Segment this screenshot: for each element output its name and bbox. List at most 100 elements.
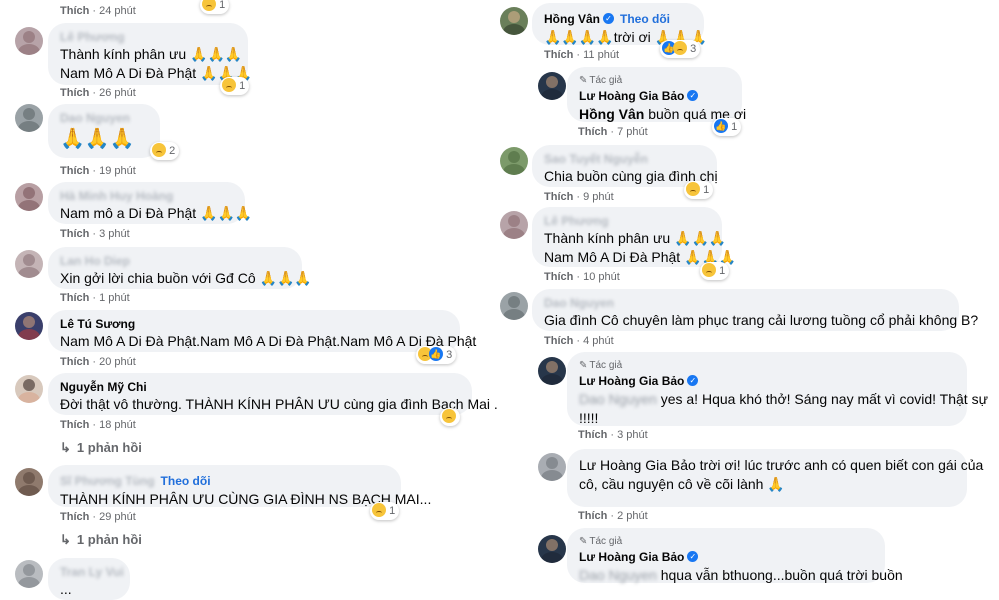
like-link[interactable]: Thích	[578, 126, 607, 138]
like-link[interactable]: Thích	[60, 228, 89, 240]
comment-meta: Thích · 10 phút	[544, 271, 620, 283]
commenter-name[interactable]: Tran Ly Vui	[60, 565, 124, 580]
comment-bubble: ✎ Tác giả Lư Hoàng Gia Bảo ✓ Dao Nguyen ye…	[567, 352, 988, 426]
comment-bubble: Dao Nguyen Gia đình Cô chuyên làm phục t…	[532, 289, 979, 331]
avatar[interactable]	[15, 375, 43, 403]
comment-time[interactable]: 24 phút	[99, 5, 136, 17]
comment-time[interactable]: 2 phút	[617, 510, 648, 522]
commenter-name[interactable]: Hồng Vân	[544, 12, 600, 26]
commenter-name[interactable]: Dao Nguyen	[544, 296, 947, 311]
right-comment-column: Hồng Vân ✓ Theo dõi 🙏🙏🙏🙏trời ơi 🙏🙏🙏 👍 3 Th…	[490, 0, 999, 591]
comment-time[interactable]: 11 phút	[583, 49, 619, 61]
commenter-name[interactable]: Lê Tú Sương	[60, 317, 448, 332]
avatar[interactable]	[500, 7, 528, 35]
comment-time[interactable]: 9 phút	[583, 191, 614, 203]
commenter-name[interactable]: Lư Hoàng Gia Bảo	[579, 374, 684, 388]
comment-bubble: Nguyễn Mỹ Chi Đời thật vô thường. THÀNH …	[48, 373, 498, 415]
comment-time[interactable]: 29 phút	[99, 511, 136, 523]
commenter-name[interactable]: Hà Minh Huy Hoàng	[60, 189, 233, 204]
like-link[interactable]: Thích	[60, 292, 89, 304]
avatar[interactable]	[15, 560, 43, 588]
avatar[interactable]	[500, 211, 528, 239]
reaction-count[interactable]	[440, 408, 460, 426]
comment-time[interactable]: 4 phút	[583, 335, 614, 347]
comment-time[interactable]: 26 phút	[99, 87, 136, 99]
reply-arrow-icon: ↳	[60, 532, 71, 547]
like-link[interactable]: Thích	[578, 429, 607, 441]
comment-text: Thành kính phân ưu 🙏🙏🙏	[544, 230, 727, 246]
follow-link[interactable]: Theo dõi	[161, 474, 211, 488]
avatar[interactable]	[15, 104, 43, 132]
reaction-count[interactable]: 1	[684, 181, 714, 199]
commenter-name[interactable]: Sĩ Phương Tùng	[60, 474, 155, 488]
avatar[interactable]	[538, 535, 566, 563]
verified-badge-icon: ✓	[687, 90, 699, 102]
comment-time[interactable]: 3 phút	[617, 429, 648, 441]
like-link[interactable]: Thích	[60, 5, 89, 17]
reaction-count[interactable]: 1	[200, 0, 230, 14]
comment-text: Nam Mô A Di Đà Phật 🙏🙏🙏	[60, 65, 253, 81]
like-link[interactable]: Thích	[544, 49, 573, 61]
reaction-count[interactable]: 👍 3	[416, 346, 457, 364]
like-link[interactable]: Thích	[60, 419, 89, 431]
author-pen-icon: ✎	[579, 75, 588, 86]
sad-reaction-icon	[442, 409, 456, 424]
reply-arrow-icon: ↳	[60, 440, 71, 455]
sad-reaction-icon	[686, 182, 700, 197]
comment-time[interactable]: 10 phút	[583, 271, 620, 283]
avatar[interactable]	[500, 292, 528, 320]
comment-meta: Thích · 3 phút	[60, 228, 130, 240]
reaction-count[interactable]: 2	[150, 142, 180, 160]
comment-meta: Thích · 26 phút	[60, 87, 136, 99]
commenter-name[interactable]: Dao Nguyen	[60, 111, 148, 126]
avatar[interactable]	[538, 72, 566, 100]
avatar[interactable]	[538, 453, 566, 481]
commenter-name[interactable]: Lê Phương	[60, 30, 236, 45]
view-replies-link[interactable]: ↳ 1 phản hồi	[60, 532, 142, 548]
reaction-count[interactable]: 1	[370, 502, 400, 520]
like-link[interactable]: Thích	[544, 271, 573, 283]
comment-meta: Thích · 24 phút	[60, 5, 136, 17]
comment-meta: Thích · 29 phút	[60, 511, 136, 523]
mention-link[interactable]: Dao Nguyen	[579, 567, 657, 583]
comment-time[interactable]: 19 phút	[99, 165, 136, 177]
like-link[interactable]: Thích	[60, 165, 89, 177]
like-link[interactable]: Thích	[578, 510, 607, 522]
comment-text: Gia đình Cô chuyên làm phục trang cải lư…	[544, 312, 979, 328]
reaction-count[interactable]: 👍 3	[660, 40, 701, 58]
avatar[interactable]	[15, 27, 43, 55]
like-link[interactable]: Thích	[544, 335, 573, 347]
reaction-count[interactable]: 1	[220, 77, 250, 95]
reaction-count[interactable]: 👍 1	[712, 118, 742, 136]
avatar[interactable]	[15, 250, 43, 278]
comment-meta: Thích · 1 phút	[60, 292, 130, 304]
avatar[interactable]	[538, 357, 566, 385]
avatar[interactable]	[15, 183, 43, 211]
comment-bubble: Dao Nguyen 🙏🙏🙏	[48, 104, 160, 158]
comment-time[interactable]: 3 phút	[99, 228, 130, 240]
comment-bubble: ✎ Tác giả Lư Hoàng Gia Bảo ✓ Hồng Vân buồn…	[567, 67, 746, 122]
commenter-name[interactable]: Lan Ho Diep	[60, 254, 290, 269]
comment-bubble: Sĩ Phương Tùng Theo dõi THÀNH KÍNH PHÂN Ư…	[48, 465, 431, 507]
like-link[interactable]: Thích	[60, 356, 89, 368]
avatar[interactable]	[15, 468, 43, 496]
comment-time[interactable]: 18 phút	[99, 419, 136, 431]
commenter-name[interactable]: Sao Tuyết Nguyễn	[544, 152, 705, 167]
mention-link[interactable]: Dao Nguyen	[579, 391, 657, 407]
commenter-name[interactable]: Lê Phương	[544, 214, 710, 229]
avatar[interactable]	[500, 147, 528, 175]
comment-time[interactable]: 7 phút	[617, 126, 648, 138]
like-link[interactable]: Thích	[60, 511, 89, 523]
comment-time[interactable]: 20 phút	[99, 356, 136, 368]
view-replies-link[interactable]: ↳ 1 phản hồi	[60, 440, 142, 456]
avatar[interactable]	[15, 312, 43, 340]
commenter-name[interactable]: Lư Hoàng Gia Bảo	[579, 550, 684, 564]
mention-link[interactable]: Hồng Vân	[579, 106, 644, 122]
like-link[interactable]: Thích	[60, 87, 89, 99]
follow-link[interactable]: Theo dõi	[620, 12, 670, 26]
commenter-name[interactable]: Lư Hoàng Gia Bảo	[579, 89, 684, 103]
reaction-count[interactable]: 1	[700, 262, 730, 280]
commenter-name[interactable]: Nguyễn Mỹ Chi	[60, 380, 460, 395]
like-link[interactable]: Thích	[544, 191, 573, 203]
comment-time[interactable]: 1 phút	[99, 292, 130, 304]
